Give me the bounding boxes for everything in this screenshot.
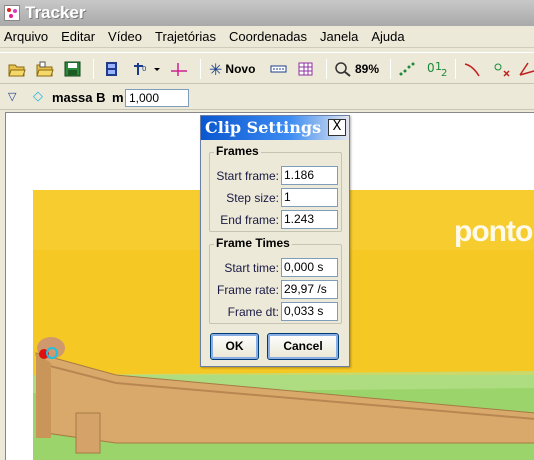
angle-red-icon <box>519 62 534 76</box>
zoom-button[interactable]: 89% <box>334 58 379 80</box>
path-curve-icon <box>464 63 480 77</box>
calibration-tape-icon: 0 <box>134 63 160 75</box>
point-mass-diamond-icon: ◇ <box>33 89 43 104</box>
start-frame-row: Start frame: 1.186 <box>216 166 338 185</box>
track-control-icon <box>270 65 287 73</box>
clip-settings-dialog: Clip Settings X Frames Start frame: 1.18… <box>200 115 350 367</box>
end-frame-label: End frame: <box>220 212 279 227</box>
new-track-star-icon: ✳ <box>209 59 223 79</box>
axes-button[interactable] <box>170 58 188 80</box>
track-control-button[interactable] <box>270 58 288 80</box>
frames-group-title: Frames <box>214 144 261 158</box>
video-watermark: ponto <box>454 215 533 248</box>
frame-times-group: Frame Times Start time: 0,000 s Frame ra… <box>209 236 342 324</box>
dialog-title-bar[interactable]: Clip Settings X <box>201 116 349 140</box>
svg-text:0: 0 <box>427 61 435 75</box>
calibration-tools-button[interactable]: 0 <box>132 58 162 80</box>
trail-button[interactable] <box>398 58 416 80</box>
step-labels-button[interactable]: 0 1 2 <box>426 58 448 80</box>
frame-dt-label: Frame dt: <box>227 304 279 319</box>
start-time-label: Start time: <box>224 260 279 275</box>
svg-text:2: 2 <box>441 68 447 78</box>
mass-label: m <box>112 90 124 105</box>
frame-dt-field[interactable]: 0,033 s <box>281 302 338 321</box>
trail-dots-icon <box>399 62 415 76</box>
angle-tool-button[interactable] <box>519 58 534 80</box>
zoom-level: 89% <box>355 62 380 76</box>
track-dropdown-arrow-icon[interactable]: ▽ <box>8 90 16 103</box>
menu-editar[interactable]: Editar <box>61 29 95 44</box>
frame-dt-row: Frame dt: 0,033 s <box>228 302 338 321</box>
start-time-field[interactable]: 0,000 s <box>281 258 338 277</box>
new-track-label: Novo <box>225 62 256 76</box>
ok-button[interactable]: OK <box>210 333 259 360</box>
menu-bar: Arquivo Editar Vídeo Trajetórias Coorden… <box>0 26 534 48</box>
start-frame-label: Start frame: <box>216 168 279 183</box>
path-button[interactable] <box>463 58 481 80</box>
save-disk-icon <box>64 61 81 77</box>
data-table-button[interactable] <box>297 58 315 80</box>
magnifier-icon <box>335 62 351 77</box>
frames-group: Frames Start frame: 1.186 Step size: 1 E… <box>209 144 342 232</box>
menu-arquivo[interactable]: Arquivo <box>4 29 48 44</box>
open-video-folder-icon <box>36 61 54 77</box>
step-size-label: Step size: <box>226 190 279 205</box>
start-frame-field[interactable]: 1.186 <box>281 166 338 185</box>
film-strip-icon <box>106 62 117 76</box>
open-folder-icon <box>8 64 26 77</box>
toolbar-separator <box>200 59 201 79</box>
track-name[interactable]: massa B <box>52 90 105 105</box>
cancel-button[interactable]: Cancel <box>267 333 339 360</box>
menu-janela[interactable]: Janela <box>320 29 358 44</box>
step-size-field[interactable]: 1 <box>281 188 338 207</box>
step-size-row: Step size: 1 <box>226 188 338 207</box>
end-frame-row: End frame: 1.243 <box>220 210 338 229</box>
window-title: Tracker <box>25 3 86 22</box>
auto-tracker-button[interactable] <box>492 58 512 80</box>
toolbar-separator <box>455 59 456 79</box>
dialog-title: Clip Settings <box>205 118 322 137</box>
menu-video[interactable]: Vídeo <box>108 29 142 44</box>
title-bar: Tracker <box>0 0 534 26</box>
svg-text:0: 0 <box>142 65 146 73</box>
open-folder-button[interactable] <box>8 58 26 80</box>
menu-trajetorias[interactable]: Trajetórias <box>155 29 216 44</box>
tracker-app-icon <box>4 5 20 21</box>
open-file-button[interactable] <box>36 58 54 80</box>
track-bar: ▽ ◇ massa B m 1,000 <box>0 86 534 110</box>
menu-ajuda[interactable]: Ajuda <box>371 29 404 44</box>
clip-settings-button[interactable] <box>103 58 121 80</box>
frame-rate-field[interactable]: 29,97 /s <box>281 280 338 299</box>
auto-tracker-icon <box>494 63 510 77</box>
mass-field[interactable]: 1,000 <box>125 89 189 107</box>
dialog-close-button[interactable]: X <box>328 119 346 136</box>
frame-rate-label: Frame rate: <box>216 282 279 297</box>
frame-rate-row: Frame rate: 29,97 /s <box>217 280 338 299</box>
toolbar-separator <box>326 59 327 79</box>
start-time-row: Start time: 0,000 s <box>224 258 338 277</box>
menu-coordenadas[interactable]: Coordenadas <box>229 29 307 44</box>
close-icon: X <box>332 119 342 134</box>
save-button[interactable] <box>64 58 82 80</box>
toolbar-separator <box>93 59 94 79</box>
new-track-button[interactable]: ✳ Novo <box>209 58 255 80</box>
toolbar-separator <box>390 59 391 79</box>
toolbar: 0 ✳ Novo 89% 0 1 2 <box>0 52 534 84</box>
table-grid-icon <box>298 62 313 76</box>
step-numbers-icon: 0 1 2 <box>427 60 447 78</box>
end-frame-field[interactable]: 1.243 <box>281 210 338 229</box>
frame-times-group-title: Frame Times <box>214 236 292 250</box>
coordinate-axes-icon <box>171 63 187 76</box>
